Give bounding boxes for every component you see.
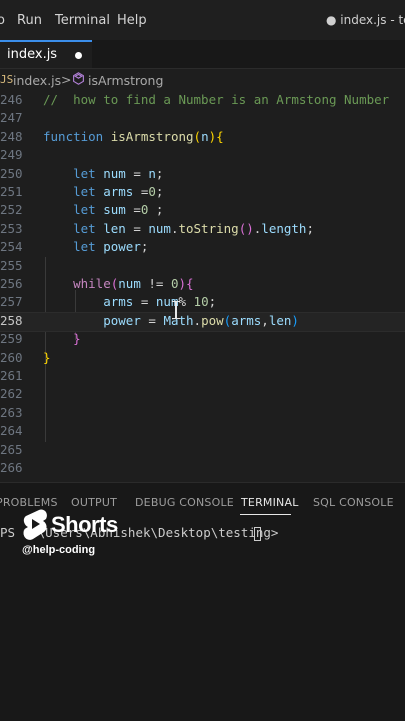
line-number: 264 — [0, 423, 23, 439]
line-number: 263 — [0, 404, 23, 420]
line-number: 250 — [0, 165, 23, 181]
code-editor[interactable]: 246 // how to find a Number is an Armston… — [0, 92, 405, 482]
code-line[interactable]: 246 // how to find a Number is an Armston… — [0, 92, 405, 110]
breadcrumb-file[interactable]: index.js — [13, 73, 61, 88]
code-line[interactable]: 266 — [0, 460, 405, 478]
active-tab-indicator — [240, 514, 291, 515]
line-number: 260 — [0, 349, 23, 365]
line-number: 257 — [0, 294, 23, 310]
breadcrumb: JS index.js > isArmstrong — [0, 70, 405, 92]
code-line[interactable]: 256 while(num != 0){ — [0, 276, 405, 294]
tab-sql-console[interactable]: SQL CONSOLE — [313, 496, 394, 509]
line-number: 256 — [0, 276, 23, 291]
code-text: } — [73, 331, 81, 347]
code-line[interactable]: 260} — [0, 350, 405, 368]
editor-tab-bar: index.js — [0, 40, 405, 69]
code-line[interactable]: 253 let len = num.toString().length; — [0, 221, 405, 239]
code-text: while(num != 0){ — [73, 276, 194, 291]
channel-handle: @help-coding — [22, 544, 96, 556]
line-number: 266 — [0, 460, 23, 475]
code-text: arms = num% 10; — [103, 294, 217, 310]
code-line[interactable]: 264 — [0, 423, 405, 441]
code-text: let num = n; — [73, 165, 164, 181]
tab-debug-console[interactable]: DEBUG CONSOLE — [135, 496, 234, 509]
menu-help[interactable]: Help — [117, 13, 147, 28]
code-text: let sum =0 ; — [73, 202, 164, 218]
tab-index-js[interactable]: index.js — [0, 40, 92, 68]
line-number: 247 — [0, 110, 23, 126]
code-line[interactable]: 252 let sum =0 ; — [0, 202, 405, 220]
unsaved-dot-icon[interactable] — [75, 52, 82, 59]
code-text: let arms =0; — [73, 184, 164, 199]
menu-terminal[interactable]: Terminal — [55, 13, 110, 28]
code-line[interactable]: 261 — [0, 368, 405, 386]
code-text: power = Math.pow(arms,len) — [103, 312, 299, 328]
code-line[interactable]: 265 — [0, 442, 405, 460]
code-line[interactable]: 259 } — [0, 331, 405, 349]
line-number: 248 — [0, 128, 23, 144]
code-text: let power; — [73, 239, 149, 255]
code-line[interactable]: 258 power = Math.pow(arms,len) — [0, 311, 405, 333]
code-line[interactable]: 263 — [0, 405, 405, 423]
text-cursor-icon — [172, 301, 180, 318]
line-number: 252 — [0, 202, 23, 218]
menu-run[interactable]: Run — [17, 13, 42, 28]
breadcrumb-symbol[interactable]: isArmstrong — [88, 73, 163, 88]
code-text: // how to find a Number is an Armstong N… — [43, 92, 390, 107]
code-line[interactable]: 255 — [0, 258, 405, 276]
shorts-logo: Shorts — [22, 508, 118, 544]
code-text: } — [43, 349, 51, 365]
code-line[interactable]: 257 arms = num% 10; — [0, 294, 405, 312]
tab-label: index.js — [7, 47, 58, 62]
line-number: 265 — [0, 441, 23, 457]
code-line[interactable]: 254 let power; — [0, 239, 405, 257]
line-number: 251 — [0, 184, 23, 199]
code-line[interactable]: 248 function isArmstrong(n){ — [0, 129, 405, 147]
window-title: ● index.js - testi — [326, 13, 405, 27]
line-number: 261 — [0, 368, 23, 383]
code-line[interactable]: 262 — [0, 386, 405, 404]
code-line[interactable]: 251 let arms =0; — [0, 184, 405, 202]
tab-terminal[interactable]: TERMINAL — [241, 496, 299, 509]
line-number: 254 — [0, 239, 23, 255]
shorts-icon — [23, 509, 47, 540]
line-number: 249 — [0, 147, 23, 163]
line-number: 253 — [0, 220, 23, 236]
js-file-icon: JS — [0, 73, 14, 86]
code-text: function isArmstrong(n){ — [43, 128, 224, 144]
code-line[interactable]: 249 — [0, 147, 405, 165]
menu-bar: o Run Terminal Help ● index.js - testi — [0, 0, 405, 41]
menu-fragment: o — [0, 13, 5, 28]
code-text: let len = num.toString().length; — [73, 220, 314, 236]
symbol-method-icon — [72, 72, 85, 88]
line-number: 258 — [0, 312, 23, 328]
shorts-logo-text: Shorts — [51, 512, 118, 537]
code-line[interactable]: 250 let num = n; — [0, 166, 405, 184]
line-number: 259 — [0, 331, 23, 347]
line-number: 255 — [0, 257, 23, 273]
line-number: 262 — [0, 386, 23, 402]
terminal-cursor — [254, 527, 261, 541]
chevron-right-icon: > — [61, 72, 72, 87]
code-line[interactable]: 247 — [0, 110, 405, 128]
line-number: 246 — [0, 92, 23, 107]
